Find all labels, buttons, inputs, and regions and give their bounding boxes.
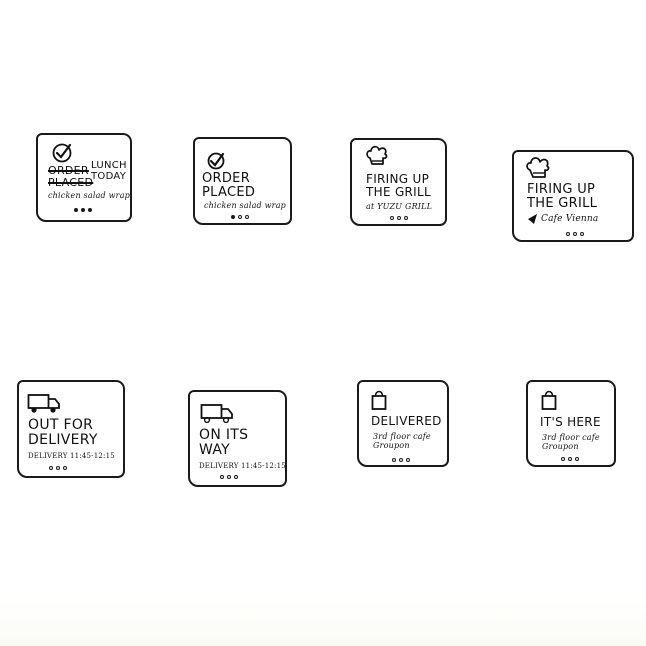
heading-right-line-2: TODAY	[91, 170, 127, 182]
sketch-sheet: ORDER PLACED LUNCH TODAY chicken salad w…	[0, 0, 646, 646]
page-dot	[561, 457, 565, 461]
page-dot	[568, 457, 572, 461]
page-dot	[74, 208, 78, 212]
card-heading: IT'S HERE	[540, 416, 601, 429]
page-dot	[397, 216, 401, 220]
card-subtext: at YUZU GRILL	[366, 202, 433, 211]
page-dot	[56, 466, 60, 470]
page-dot	[566, 232, 570, 236]
pagination-dots	[390, 216, 408, 220]
subtext-line-2: Groupon	[373, 441, 410, 451]
pagination-dots	[566, 232, 584, 236]
page-dot	[406, 458, 410, 462]
card-out-for-delivery: OUT FOR DELIVERY DELIVERY 11:45-12:15	[17, 380, 125, 478]
page-dot	[404, 216, 408, 220]
chef-hat-icon	[525, 156, 551, 180]
card-heading: FIRING UP THE GRILL	[366, 173, 431, 198]
page-dot	[231, 215, 235, 219]
heading-line-2: DELIVERY	[28, 431, 98, 448]
card-delivered: DELIVERED 3rd floor cafe Groupon	[357, 380, 449, 467]
subtext-line-1: 3rd floor cafe	[373, 432, 431, 441]
chef-hat-icon	[365, 145, 389, 167]
subtext-line-1: 3rd floor cafe	[542, 433, 600, 442]
subtext-line-2: Groupon	[542, 442, 579, 452]
heading-line-1: IT'S HERE	[540, 415, 601, 429]
heading-line-1: ORDER	[202, 171, 251, 186]
pagination-dots	[231, 215, 249, 219]
checkmark-icon	[51, 142, 73, 164]
heading-line-2: PLACED	[202, 184, 256, 200]
checkmark-icon	[206, 151, 226, 171]
card-heading: OUT FOR DELIVERY	[28, 418, 98, 447]
page-dot	[88, 208, 92, 212]
page-dot	[238, 215, 242, 219]
card-heading: DELIVERED	[371, 415, 442, 428]
truck-icon	[200, 403, 234, 423]
heading-line-2: WAY	[199, 441, 231, 458]
page-dot	[573, 232, 577, 236]
card-subtext: DELIVERY 11:45-12:15	[28, 452, 115, 460]
heading-line-1-struck: ORDER	[48, 164, 89, 177]
card-heading: ORDER PLACED	[48, 165, 93, 188]
bag-icon	[371, 389, 387, 411]
page-dot	[580, 232, 584, 236]
card-order-placed: ORDER PLACED chicken salad wrap	[193, 137, 292, 225]
card-firing-vienna: FIRING UP THE GRILL Cafe Vienna	[512, 150, 634, 242]
card-subtext: Cafe Vienna	[541, 214, 599, 224]
card-heading: FIRING UP THE GRILL	[527, 183, 597, 210]
heading-right-line-1: LUNCH	[91, 160, 127, 171]
card-subtext-row: Cafe Vienna	[526, 213, 598, 225]
page-dot	[49, 466, 53, 470]
pagination-dots	[49, 466, 67, 470]
heading-line-1: ON ITS	[199, 427, 249, 443]
heading-line-2: THE GRILL	[366, 184, 431, 199]
page-dot	[392, 458, 396, 462]
page-dot	[63, 466, 67, 470]
page-dot	[234, 475, 238, 479]
pagination-dots	[561, 457, 579, 461]
heading-line-2: THE GRILL	[527, 195, 598, 211]
card-firing-yuzu: FIRING UP THE GRILL at YUZU GRILL	[350, 138, 447, 226]
card-subtext: DELIVERY 11:45-12:15	[199, 462, 286, 470]
card-subtext: chicken salad wrap	[48, 191, 130, 200]
card-subtext: 3rd floor cafe Groupon	[542, 433, 600, 451]
card-on-its-way: ON ITS WAY DELIVERY 11:45-12:15	[188, 390, 287, 487]
page-dot	[575, 457, 579, 461]
heading-line-1: OUT FOR	[28, 417, 94, 433]
card-subtext: 3rd floor cafe Groupon	[373, 432, 431, 450]
card-subtext: chicken salad wrap	[204, 201, 286, 210]
heading-line-2-struck: PLACED	[48, 175, 94, 189]
page-dot	[227, 475, 231, 479]
heading-line-1: FIRING UP	[366, 172, 430, 186]
heading-line-1: FIRING UP	[527, 182, 596, 197]
pagination-dots	[74, 208, 92, 212]
page-dot	[245, 215, 249, 219]
page-dot	[390, 216, 394, 220]
card-its-here: IT'S HERE 3rd floor cafe Groupon	[526, 380, 616, 467]
card-heading: ON ITS WAY	[199, 428, 248, 457]
pagination-dots	[392, 458, 410, 462]
pagination-dots	[220, 475, 238, 479]
location-pin-icon	[526, 213, 538, 225]
page-dot	[81, 208, 85, 212]
bag-icon	[541, 389, 557, 411]
card-heading-right: LUNCH TODAY	[91, 160, 127, 182]
card-heading: ORDER PLACED	[202, 172, 255, 199]
heading-line-1: DELIVERED	[371, 414, 442, 428]
card-order-lunch: ORDER PLACED LUNCH TODAY chicken salad w…	[36, 133, 132, 222]
page-dot	[399, 458, 403, 462]
page-dot	[220, 475, 224, 479]
truck-icon	[27, 392, 61, 414]
